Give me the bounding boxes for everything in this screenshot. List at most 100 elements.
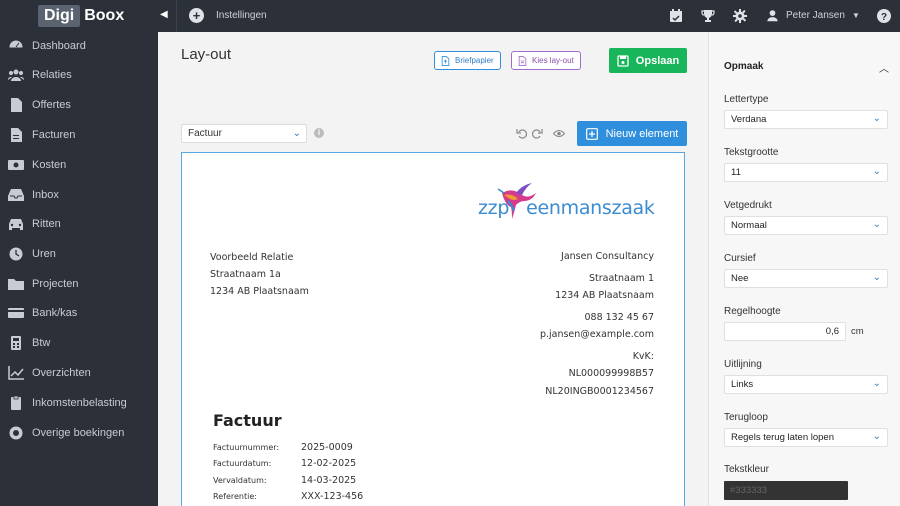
meta-key: Vervaldatum: [213,475,267,485]
add-circle-icon[interactable]: + [189,8,204,23]
help-icon[interactable]: ? [876,8,892,24]
uitlijning-select[interactable]: Links ⌄ [724,375,888,394]
chevron-down-icon: ⌄ [872,166,881,177]
sender-email: p.jansen@example.com [539,329,654,340]
sidebar-item-relaties[interactable]: Relaties [8,65,156,85]
dashboard-icon [8,39,24,49]
document-type-value: Factuur [188,128,222,139]
chevron-down-icon: ⌄ [872,219,881,230]
chart-line-icon [8,366,24,380]
sidebar-item-overige-boekingen[interactable]: Overige boekingen [8,423,156,443]
sidebar-item-label: Ritten [32,218,61,230]
regelhoogte-unit: cm [851,326,864,337]
invoice-preview[interactable]: zzp eenmanszaak Voorbeeld Relatie Straatn… [181,152,685,506]
lettertype-value: Verdana [731,114,767,125]
save-button[interactable]: Opslaan [609,48,687,73]
car-icon [9,219,23,230]
sidebar-item-offertes[interactable]: Offertes [8,95,156,115]
gear-icon[interactable] [732,8,748,24]
info-icon[interactable]: i [314,128,324,138]
sidebar-item-btw[interactable]: Btw [8,333,156,353]
save-label: Opslaan [635,54,680,67]
chevron-down-icon: ⌄ [872,378,881,389]
sidebar-item-label: Uren [32,248,56,260]
new-element-button[interactable]: Nieuw element [577,121,687,146]
collapse-sidebar-icon[interactable]: ◀ [160,9,168,20]
meta-row: Factuurnummer: 2025-0009 [213,439,363,456]
plus-square-icon [585,127,598,140]
sidebar-item-uren[interactable]: Uren [8,244,156,264]
vetgedrukt-select[interactable]: Normaal ⌄ [724,216,888,235]
regelhoogte-label: Regelhoogte [724,306,781,317]
folder-icon [8,279,24,290]
money-icon [8,160,24,170]
chevron-down-icon: ⌄ [292,128,301,139]
inbox-icon [8,189,24,201]
logo-digi: Digi [38,5,81,27]
invoice-icon [11,128,22,142]
cursief-select[interactable]: Nee ⌄ [724,269,888,288]
sender-iban: NL20INGB0001234567 [545,385,654,397]
lettertype-select[interactable]: Verdana ⌄ [724,110,888,129]
sidebar-item-inkomstenbelasting[interactable]: Inkomstenbelasting [8,393,156,413]
vetgedrukt-value: Normaal [731,220,767,231]
regelhoogte-input[interactable]: 0,6 [724,322,846,341]
brand-logo[interactable]: zzp eenmanszaak [478,177,658,227]
sidebar-item-facturen[interactable]: Facturen [8,125,156,145]
sidebar-item-label: Inkomstenbelasting [32,397,127,409]
sidebar-item-bank-kas[interactable]: Bank/kas [8,303,156,323]
undo-icon[interactable] [516,128,528,139]
meta-key: Factuurdatum: [213,459,272,469]
sidebar-item-ritten[interactable]: Ritten [8,214,156,234]
format-panel: Opmaak ︿ Lettertype Verdana ⌄ Tekstgroot… [708,32,900,506]
tekstgrootte-select[interactable]: 11 ⌄ [724,163,888,182]
sidebar-item-projecten[interactable]: Projecten [8,274,156,294]
main-content: Lay-out Briefpapier Kies lay-out Opslaan… [158,32,708,506]
credit-card-icon [8,308,24,318]
calculator-icon [11,336,21,350]
chevron-down-icon: ⌄ [872,431,881,442]
meta-value: XXX-123-456 [301,491,364,503]
user-name: Peter Jansen [786,10,845,21]
breadcrumb[interactable]: Instellingen [216,10,267,21]
chevron-up-icon[interactable]: ︿ [879,60,889,75]
eye-icon[interactable] [553,128,565,139]
document-type-select[interactable]: Factuur ⌄ [181,124,307,143]
kies-layout-button[interactable]: Kies lay-out [511,51,581,70]
topbar-divider [176,0,177,32]
invoice-meta[interactable]: Factuurnummer: 2025-0009 Factuurdatum: 1… [213,439,363,505]
regelhoogte-value: 0,6 [825,326,839,337]
sidebar-item-kosten[interactable]: Kosten [8,155,156,175]
calendar-icon[interactable] [668,8,684,24]
meta-value: 14-03-2025 [301,474,357,486]
briefpapier-button[interactable]: Briefpapier [434,51,501,70]
logo[interactable]: Digi Boox [38,4,124,28]
sidebar-item-dashboard[interactable]: Dashboard [8,36,156,56]
chevron-down-icon: ⌄ [872,113,881,124]
invoice-heading[interactable]: Factuur [213,411,282,430]
tekstkleur-swatch[interactable]: #333333 [724,481,848,500]
brand-prefix: zzp [478,197,510,219]
recipient-address[interactable]: Voorbeeld Relatie Straatnaam 1a 1234 AB … [210,249,309,300]
sidebar-item-label: Projecten [32,278,79,290]
redo-icon[interactable] [531,128,543,139]
user-icon [767,10,778,22]
uitlijning-label: Uitlijning [724,359,762,370]
sidebar-item-inbox[interactable]: Inbox [8,185,156,205]
terugloop-label: Terugloop [724,412,768,423]
sidebar-item-label: Bank/kas [32,307,78,319]
top-bar: Digi Boox ◀ + Instellingen Peter Jansen … [0,0,900,32]
terugloop-select[interactable]: Regels terug laten lopen ⌄ [724,428,888,447]
panel-title[interactable]: Opmaak [724,61,763,72]
clock-icon [9,247,23,261]
sender-block[interactable]: Jansen Consultancy Straatnaam 1 1234 AB … [540,248,654,400]
meta-value: 12-02-2025 [301,458,357,470]
sidebar-item-label: Overige boekingen [32,427,125,439]
user-menu[interactable]: Peter Jansen ▼ [766,9,860,22]
sender-kvk-label: KvK: [632,350,654,362]
meta-key: Referentie: [213,492,257,502]
sidebar-item-overzichten[interactable]: Overzichten [8,363,156,383]
tekstgrootte-label: Tekstgrootte [724,147,779,158]
trophy-icon[interactable] [700,8,716,24]
logo-boox: Boox [84,7,125,24]
